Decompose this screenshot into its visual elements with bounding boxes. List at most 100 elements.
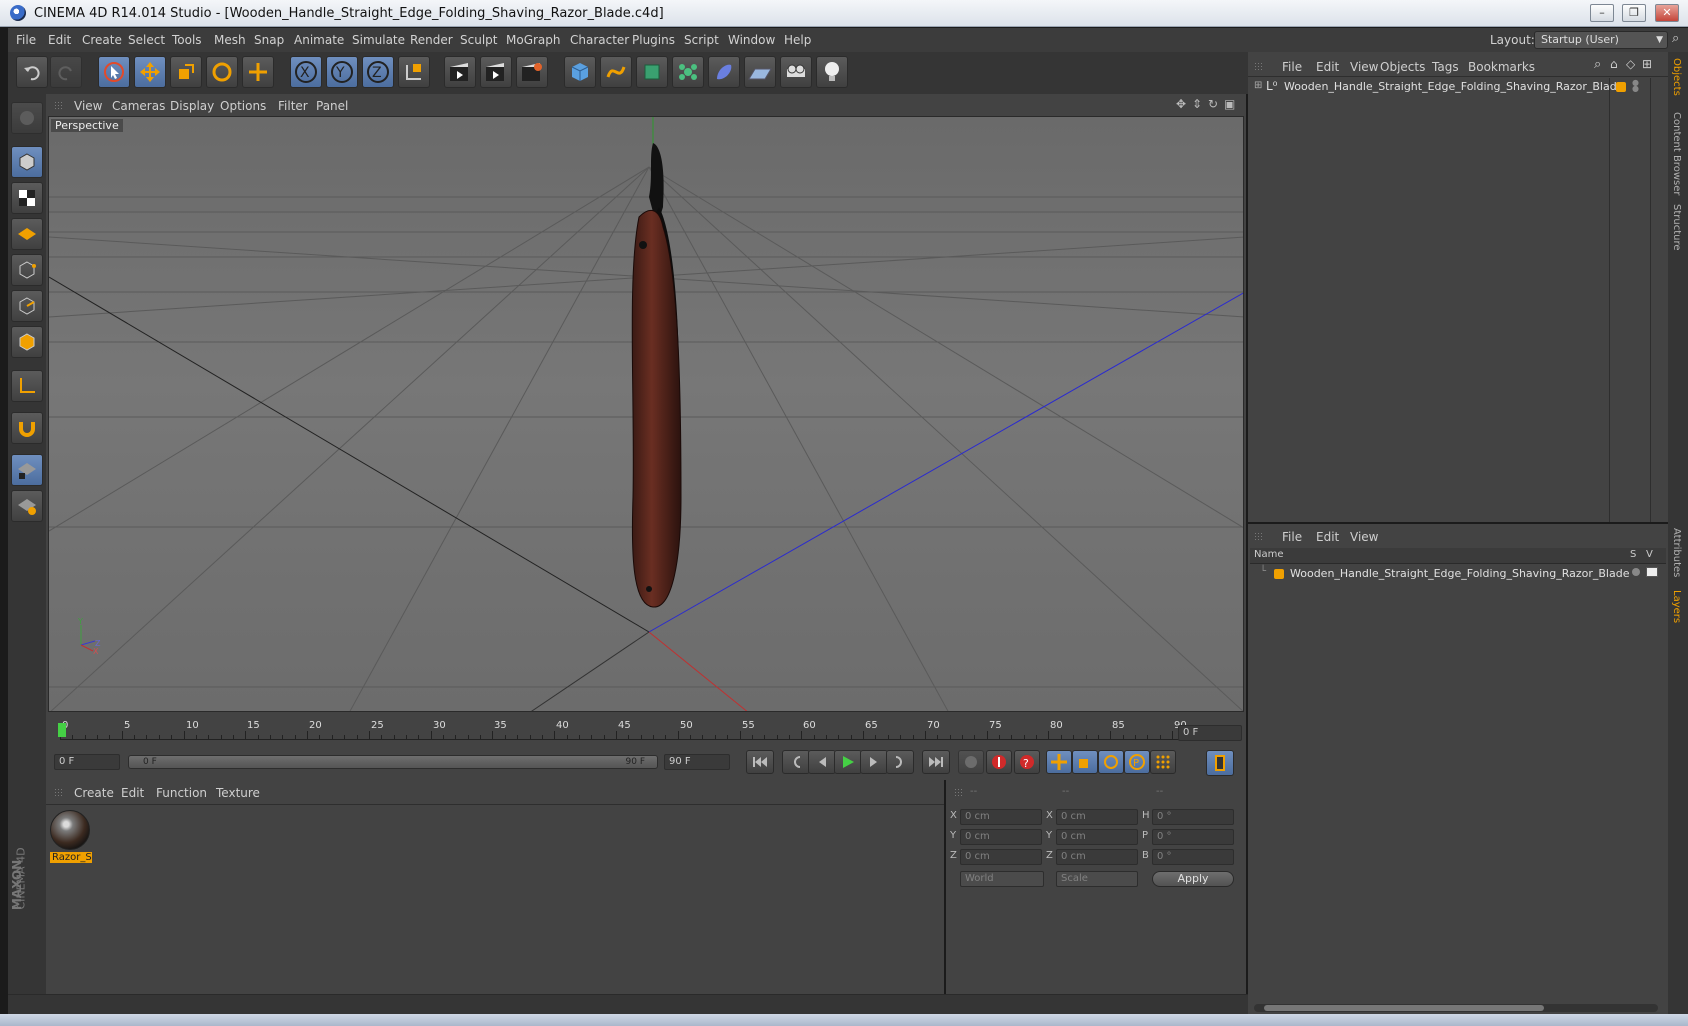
menu-window[interactable]: Window <box>728 33 775 47</box>
material-thumbnail[interactable]: Razor_S <box>50 810 92 868</box>
menu-script[interactable]: Script <box>684 33 719 47</box>
apply-button[interactable]: Apply <box>1152 871 1234 887</box>
viewport-zoom-icon[interactable]: ⇕ <box>1192 97 1202 111</box>
horizontal-scrollbar[interactable] <box>1254 1004 1658 1012</box>
tab-objects[interactable]: Objects <box>1671 58 1682 96</box>
tab-attributes[interactable]: Attributes <box>1671 528 1682 577</box>
viewport-menu-display[interactable]: Display <box>170 99 214 113</box>
menu-mograph[interactable]: MoGraph <box>506 33 561 47</box>
coordinate-system-dropdown[interactable]: World <box>960 871 1044 887</box>
scale-tool-button[interactable] <box>170 56 202 88</box>
menu-snap[interactable]: Snap <box>254 33 284 47</box>
arrow-left-icon[interactable]: ◇ <box>1626 57 1635 71</box>
material-menu-create[interactable]: Create <box>74 786 114 800</box>
layer-name[interactable]: Wooden_Handle_Straight_Edge_Folding_Shav… <box>1290 567 1629 580</box>
menu-mesh[interactable]: Mesh <box>214 33 246 47</box>
search-icon[interactable]: ⌕ <box>1594 57 1601 72</box>
menu-select[interactable]: Select <box>128 33 165 47</box>
viewport-menu-panel[interactable]: Panel <box>316 99 348 113</box>
world-coordinates-button[interactable] <box>398 56 430 88</box>
end-frame-field[interactable]: 90 F <box>664 754 730 770</box>
solo-column-label[interactable]: S <box>1630 549 1636 560</box>
rot-p-field[interactable]: 0 ° <box>1152 829 1234 845</box>
selection-tool-button[interactable] <box>98 56 130 88</box>
go-to-end-icon[interactable] <box>922 750 950 774</box>
menu-plugins[interactable]: Plugins <box>632 33 675 47</box>
camera-button[interactable] <box>780 56 812 88</box>
objects-menu-bookmarks[interactable]: Bookmarks <box>1468 60 1535 74</box>
tab-layers[interactable]: Layers <box>1671 590 1682 623</box>
subdivision-surface-button[interactable] <box>636 56 668 88</box>
scrollbar-thumb[interactable] <box>1264 1005 1544 1011</box>
menu-sculpt[interactable]: Sculpt <box>460 33 497 47</box>
layer-row[interactable]: └ Wooden_Handle_Straight_Edge_Folding_Sh… <box>1250 566 1666 582</box>
material-menu-edit[interactable]: Edit <box>121 786 144 800</box>
size-z-field[interactable]: 0 cm <box>1056 849 1138 865</box>
layers-menu-file[interactable]: File <box>1282 530 1302 544</box>
next-frame-icon[interactable] <box>860 750 888 774</box>
redo-button[interactable] <box>50 56 82 88</box>
model-mode-button[interactable] <box>11 102 43 134</box>
viewport-menu-filter[interactable]: Filter <box>278 99 308 113</box>
array-generator-button[interactable] <box>672 56 704 88</box>
move-tool-button[interactable] <box>134 56 166 88</box>
pos-y-field[interactable]: 0 cm <box>960 829 1042 845</box>
pos-x-field[interactable]: 0 cm <box>960 809 1042 825</box>
lock-workplane-button[interactable] <box>11 454 43 486</box>
visibility-dots-icon[interactable]: ● ● <box>1632 79 1639 93</box>
viewport-menu-cameras[interactable]: Cameras <box>112 99 165 113</box>
current-frame-field[interactable]: 0 F <box>1178 725 1242 741</box>
menu-tools[interactable]: Tools <box>172 33 202 47</box>
rotate-tool-button[interactable] <box>206 56 238 88</box>
polygons-mode-button[interactable] <box>11 326 43 358</box>
deformer-button[interactable] <box>708 56 740 88</box>
objects-menu-objects[interactable]: Objects <box>1380 60 1425 74</box>
planar-workplane-button[interactable] <box>11 490 43 522</box>
axis-mode-button[interactable] <box>11 370 43 402</box>
layers-menu-view[interactable]: View <box>1350 530 1378 544</box>
visible-column-label[interactable]: V <box>1646 549 1653 560</box>
go-to-start-icon[interactable] <box>746 750 774 774</box>
name-column-label[interactable]: Name <box>1254 549 1284 560</box>
next-keyframe-icon[interactable] <box>886 750 914 774</box>
workplane-button[interactable] <box>11 218 43 250</box>
viewport-menu-view[interactable]: View <box>74 99 102 113</box>
start-frame-field[interactable]: 0 F <box>54 754 120 770</box>
snap-magnet-button[interactable] <box>11 412 43 444</box>
material-menu-texture[interactable]: Texture <box>216 786 260 800</box>
rot-b-field[interactable]: 0 ° <box>1152 849 1234 865</box>
light-button[interactable] <box>816 56 848 88</box>
expand-icon[interactable]: ⊞ <box>1254 80 1262 91</box>
undo-button[interactable] <box>16 56 48 88</box>
layer-color-tag[interactable] <box>1616 82 1626 92</box>
layout-dropdown[interactable]: Startup (User) ▼ <box>1534 31 1668 49</box>
size-x-field[interactable]: 0 cm <box>1056 809 1138 825</box>
viewport-rotate-icon[interactable]: ↻ <box>1208 97 1218 111</box>
size-y-field[interactable]: 0 cm <box>1056 829 1138 845</box>
z-axis-lock-button[interactable]: Z <box>362 56 394 88</box>
pos-z-field[interactable]: 0 cm <box>960 849 1042 865</box>
viewport-move-icon[interactable]: ✥ <box>1176 97 1186 111</box>
viewport-maximize-icon[interactable]: ▣ <box>1224 97 1235 111</box>
x-axis-lock-button[interactable]: X <box>290 56 322 88</box>
menu-help[interactable]: Help <box>784 33 811 47</box>
search-icon[interactable]: ⌕ <box>1672 31 1679 46</box>
tab-structure[interactable]: Structure <box>1671 204 1682 251</box>
objects-menu-view[interactable]: View <box>1350 60 1378 74</box>
record-active-objects-icon[interactable] <box>958 750 984 774</box>
objects-menu-edit[interactable]: Edit <box>1316 60 1339 74</box>
close-button[interactable]: ✕ <box>1655 4 1679 22</box>
object-mode-button[interactable] <box>11 146 43 178</box>
menu-simulate[interactable]: Simulate <box>352 33 405 47</box>
objects-menu-file[interactable]: File <box>1282 60 1302 74</box>
texture-mode-button[interactable] <box>11 182 43 214</box>
live-selection-button[interactable] <box>242 56 274 88</box>
keyframe-selection-icon[interactable]: ? <box>1014 750 1040 774</box>
cube-primitive-button[interactable] <box>564 56 596 88</box>
home-icon[interactable]: ⌂ <box>1610 57 1618 71</box>
floor-environment-button[interactable] <box>744 56 776 88</box>
key-scale-icon[interactable] <box>1072 750 1098 774</box>
y-axis-lock-button[interactable]: Y <box>326 56 358 88</box>
new-window-icon[interactable]: ⊞ <box>1642 57 1652 71</box>
menu-render[interactable]: Render <box>410 33 453 47</box>
